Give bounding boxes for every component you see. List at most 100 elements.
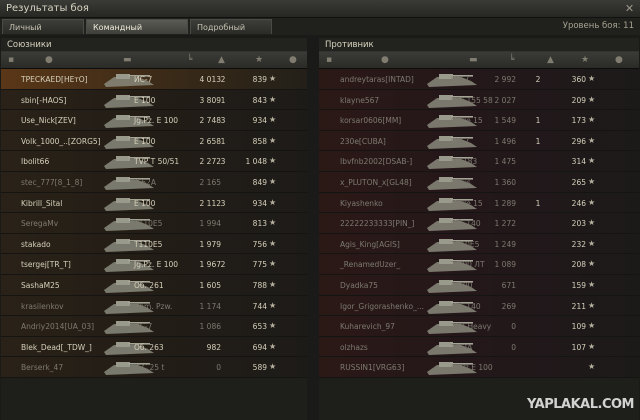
damage-value: 982 — [206, 342, 221, 352]
table-row[interactable]: 230e[CUBA] ИС-7 1 496 1 296 ★ — [319, 130, 639, 152]
star-icon: ★ — [588, 94, 596, 104]
player-name: ТРЕСКАЕD[НЕтО] — [21, 75, 88, 84]
xp-value: 839 — [252, 75, 267, 84]
xp-value: 203 — [571, 219, 586, 229]
window-titlebar: Результаты боя ✕ — [0, 0, 640, 18]
player-name: 230e[CUBA] — [340, 136, 386, 146]
frags-value: 1 — [535, 136, 541, 146]
tab-bar: Личный результат Командный результат Под… — [0, 18, 640, 47]
table-row[interactable]: Use_Nick[ZEV] Jg.Pz. E 100 2 748 3 934 ★ — [1, 110, 307, 131]
player-icon[interactable]: ● — [45, 55, 53, 65]
xp-value: 934 — [252, 116, 267, 126]
table-row[interactable]: Kuharevich_97 T57 Heavy 0 109 ★ — [319, 316, 639, 337]
status-icon[interactable]: ● — [615, 55, 623, 65]
damage-value: 1 249 — [494, 239, 516, 249]
xp-icon[interactable]: ★ — [581, 55, 589, 65]
frags-value: 3 — [220, 157, 226, 167]
damage-icon[interactable]: ╘ — [187, 55, 192, 65]
table-row[interactable]: _RenamedUzer_ T-100 ЛТ 1 089 208 ★ — [319, 254, 639, 275]
tank-name: ИС-7 — [134, 322, 153, 332]
player-icon[interactable]: ● — [381, 55, 389, 65]
tab-team-result[interactable]: Командный результат — [86, 19, 188, 47]
tank-name: Maus — [451, 177, 471, 187]
xp-value: 109 — [571, 322, 586, 332]
table-row[interactable]: stakado T110E5 1 979 756 ★ — [1, 233, 307, 255]
enemies-panel: Противник ▪ ● ▬ ╘ ▲ ★ ● andreytaras[INTA… — [319, 38, 639, 420]
xp-value: 858 — [252, 136, 267, 146]
table-row[interactable]: korsar0606[MM] Grille 15 1 549 1 173 ★ — [319, 110, 639, 131]
tab-personal-result[interactable]: Личный результат — [2, 19, 84, 47]
xp-value: 314 — [571, 157, 586, 167]
table-row[interactable]: Ibvfnb2002[DSAB-] FV 183 1 475 314 ★ — [319, 151, 639, 172]
damage-icon[interactable]: ╘ — [509, 55, 514, 65]
tank-name: T110E5 — [134, 239, 163, 249]
damage-value: 1 089 — [494, 260, 516, 270]
player-name: Ibvfnb2002[DSAB-] — [340, 157, 413, 167]
star-icon: ★ — [588, 197, 596, 207]
star-icon: ★ — [588, 115, 596, 125]
table-row[interactable]: RUSSIN1[VRG63] Jg.Pz.E 100 ★ — [319, 357, 639, 378]
table-row[interactable]: Volk_1000_..[ZORG5] E 100 2 658 1 858 ★ — [1, 130, 307, 152]
tank-name: Jg.Pz. E 100 — [134, 260, 179, 270]
star-icon: ★ — [269, 156, 277, 166]
table-row[interactable]: Berserk_47 В-С 25 t 0 589 ★ — [1, 357, 307, 378]
close-icon[interactable]: ✕ — [623, 2, 636, 15]
tank-name: T110E5 — [451, 239, 480, 249]
damage-value: 0 — [511, 322, 516, 332]
table-row[interactable]: Ibolit66 TVP T 50/51 2 272 3 1 048 ★ — [1, 151, 307, 172]
damage-value: 0 — [511, 342, 516, 352]
xp-value: 173 — [571, 116, 586, 126]
table-row[interactable]: 22222233333[PIN_] Об. 140 1 272 203 ★ — [319, 213, 639, 234]
table-row[interactable]: x_PLUTON_x[GL48] Maus 1 360 265 ★ — [319, 171, 639, 193]
table-row[interactable]: SeregaMv T110E5 1 994 813 ★ — [1, 213, 307, 234]
table-row[interactable]: krasilenkov Rhm. Pzw. 1 174 744 ★ — [1, 295, 307, 317]
table-row[interactable]: andreytaras[INTAD] ИС-7 2 992 2 360 ★ — [319, 69, 639, 90]
frags-value: 2 — [220, 75, 226, 84]
table-row[interactable]: Agis_King[AGIS] T110E5 1 249 232 ★ — [319, 233, 639, 255]
table-row[interactable]: tsergej[TR_T] Jg.Pz. E 100 1 967 2 775 ★ — [1, 254, 307, 275]
player-name: korsar0606[MM] — [340, 116, 402, 126]
player-name: 22222233333[PIN_] — [340, 219, 415, 229]
enemies-table-header: ▪ ● ▬ ╘ ▲ ★ ● — [319, 52, 639, 69]
player-name: Andriy2014[UA_03] — [21, 322, 95, 332]
frags-value: 1 — [535, 198, 541, 208]
table-row[interactable]: sbin[-HAOS] E 100 3 809 1 843 ★ — [1, 89, 307, 111]
star-icon: ★ — [588, 321, 596, 331]
tank-icon[interactable]: ▬ — [469, 55, 478, 65]
xp-value: 360 — [571, 75, 586, 84]
table-row[interactable]: Dyadka75 E 100 671 159 ★ — [319, 274, 639, 296]
table-row[interactable]: klayne567 B-C 155 58 2 027 209 ★ — [319, 89, 639, 111]
table-row[interactable]: Kibrill_Sital E 100 2 112 3 934 ★ — [1, 192, 307, 214]
damage-value: 1 605 — [199, 280, 221, 290]
table-row[interactable]: stec_777[8_1_8] Т-62А 2 165 849 ★ — [1, 171, 307, 193]
tank-icon[interactable]: ▬ — [123, 55, 132, 65]
tank-name: Jg.Pz.E 100 — [451, 363, 493, 373]
table-row[interactable]: Blek_Dead[_TDW_] Об. 263 982 694 ★ — [1, 336, 307, 358]
frags-icon[interactable]: ▲ — [547, 55, 554, 65]
platoon-icon[interactable]: ▪ — [8, 55, 14, 65]
tank-name: E 100 — [134, 198, 156, 208]
frags-value: 1 — [220, 95, 226, 105]
status-icon[interactable]: ● — [289, 55, 297, 65]
tank-name: T-100 ЛТ — [451, 260, 485, 270]
xp-value: 1 048 — [245, 157, 267, 167]
xp-value: 265 — [571, 177, 586, 187]
table-row[interactable]: SashaM25 Об. 261 1 605 788 ★ — [1, 274, 307, 296]
tank-name: Rhm. Pzw. — [134, 301, 173, 311]
tab-detailed-report[interactable]: Подробный отчёт — [190, 19, 272, 47]
table-row[interactable]: ТРЕСКАЕD[НЕтО] ИС-7 4 013 2 839 ★ — [1, 69, 307, 90]
player-name: Igor_Grigorashenko_... — [340, 301, 424, 311]
player-name: SeregaMv — [21, 219, 59, 229]
player-name: Dyadka75 — [340, 280, 378, 290]
damage-value: 2 992 — [494, 75, 516, 84]
platoon-icon[interactable]: ▪ — [326, 55, 332, 65]
watermark: YAPLAKAL.COM — [527, 397, 635, 412]
tank-name: E 100 — [134, 136, 156, 146]
table-row[interactable]: Kiyashenko Grille 15 1 289 1 246 ★ — [319, 192, 639, 214]
table-row[interactable]: Igor_Grigorashenko_... Об. 140 269 211 ★ — [319, 295, 639, 317]
table-row[interactable]: olzhazs T-62A 0 107 ★ — [319, 336, 639, 358]
xp-icon[interactable]: ★ — [255, 55, 263, 65]
table-row[interactable]: Andriy2014[UA_03] ИС-7 1 086 653 ★ — [1, 316, 307, 337]
star-icon: ★ — [588, 362, 596, 372]
frags-icon[interactable]: ▲ — [218, 55, 225, 65]
